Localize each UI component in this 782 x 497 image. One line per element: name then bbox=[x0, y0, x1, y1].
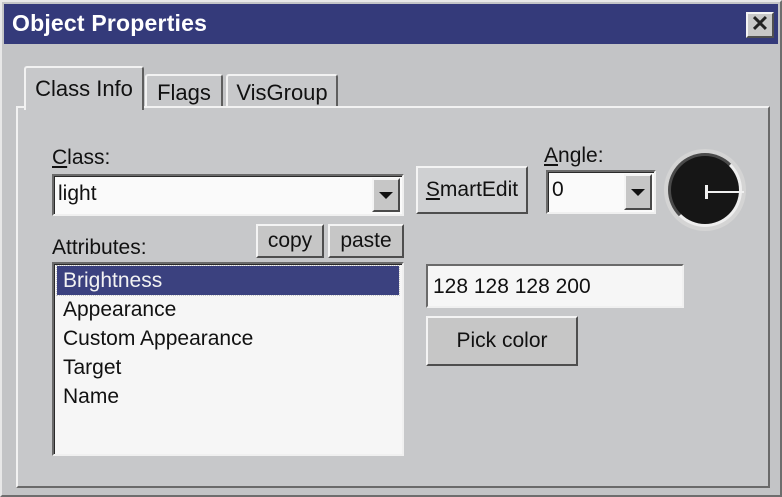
angle-select-value: 0 bbox=[552, 178, 564, 201]
angle-dial-needle bbox=[708, 191, 744, 193]
class-select-value: light bbox=[58, 182, 97, 205]
angle-dropdown-button[interactable] bbox=[624, 174, 652, 210]
list-item-appearance[interactable]: Appearance bbox=[57, 295, 399, 324]
angle-select[interactable]: 0 bbox=[546, 170, 656, 214]
close-icon: ✕ bbox=[750, 11, 770, 36]
active-tab-joint bbox=[26, 106, 142, 110]
copy-label: copy bbox=[267, 229, 313, 252]
attributes-label: Attributes: bbox=[52, 236, 147, 259]
class-label: Class: bbox=[52, 146, 111, 169]
paste-button[interactable]: paste bbox=[328, 224, 404, 258]
angle-dial[interactable] bbox=[664, 149, 746, 231]
angle-dial-tick bbox=[705, 185, 708, 199]
close-button[interactable]: ✕ bbox=[746, 12, 774, 38]
class-dropdown-button[interactable] bbox=[372, 178, 400, 212]
tab-flags[interactable]: Flags bbox=[145, 74, 223, 110]
copy-button[interactable]: copy bbox=[256, 224, 324, 258]
tab-flags-label: Flags bbox=[157, 80, 211, 105]
attributes-list[interactable]: Brightness Appearance Custom Appearance … bbox=[52, 262, 404, 456]
list-item-brightness[interactable]: Brightness bbox=[56, 265, 400, 296]
tab-class-info-label: Class Info bbox=[35, 76, 133, 101]
class-select[interactable]: light bbox=[52, 174, 404, 216]
pick-color-button[interactable]: Pick color bbox=[426, 316, 578, 366]
attribute-value-field[interactable]: 128 128 128 200 bbox=[426, 264, 684, 308]
angle-label: Angle: bbox=[544, 144, 604, 167]
paste-label: paste bbox=[340, 229, 392, 252]
title-bar[interactable]: Object Properties ✕ bbox=[4, 4, 778, 44]
pick-color-label: Pick color bbox=[456, 329, 548, 352]
object-properties-dialog: Object Properties ✕ Class Info Flags Vis… bbox=[0, 0, 782, 497]
angle-dial-icon bbox=[668, 153, 744, 227]
list-item-custom-appearance[interactable]: Custom Appearance bbox=[57, 324, 399, 353]
window-title: Object Properties bbox=[12, 10, 208, 36]
smartedit-label: SmartEdit bbox=[425, 178, 519, 201]
attribute-value-text: 128 128 128 200 bbox=[433, 275, 591, 298]
tab-class-info[interactable]: Class Info bbox=[24, 66, 144, 110]
tab-visgroup-label: VisGroup bbox=[236, 80, 328, 105]
tab-visgroup[interactable]: VisGroup bbox=[226, 74, 338, 110]
list-item-name[interactable]: Name bbox=[57, 382, 399, 411]
smartedit-button[interactable]: SmartEdit bbox=[416, 166, 528, 214]
list-item-target[interactable]: Target bbox=[57, 353, 399, 382]
